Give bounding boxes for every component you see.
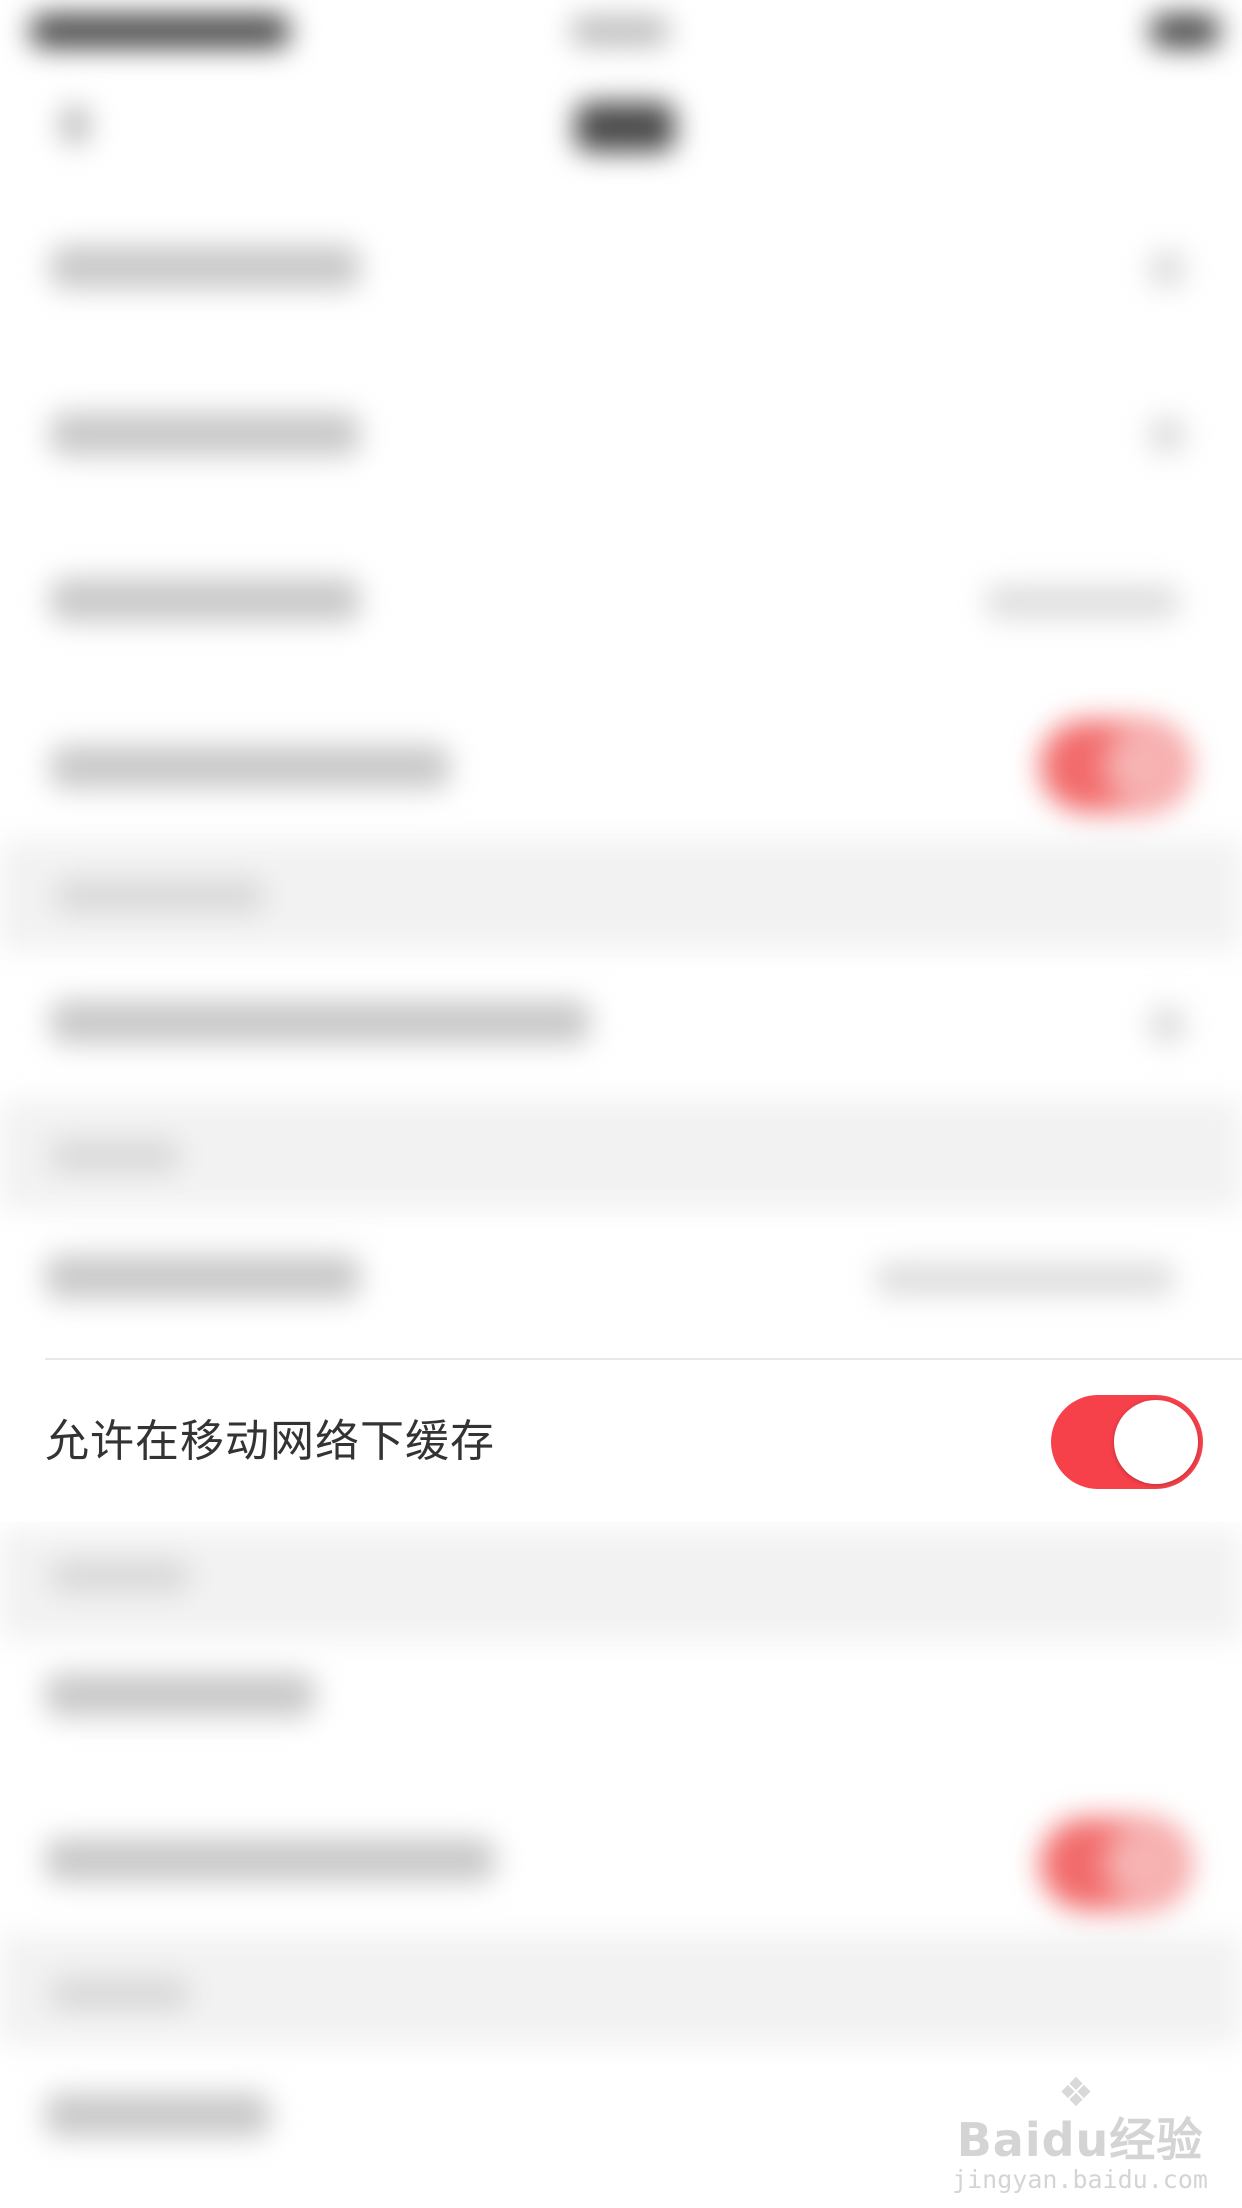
toggle-knob [1114,1400,1198,1484]
section-header [50,1978,190,2010]
watermark-brand: Baidu经验 [956,2113,1204,2167]
settings-row-label [50,1000,590,1044]
status-bar-carrier [30,14,290,48]
toggle-switch[interactable] [1040,1818,1190,1910]
chevron-right-icon [1150,1008,1184,1042]
settings-row-label [45,2093,270,2137]
settings-row-label [50,745,450,789]
row-divider [45,1358,1242,1360]
section-header [50,1140,180,1172]
back-arrow-icon[interactable] [60,105,90,145]
blurred-settings-background [0,0,1242,2208]
settings-row-value [875,1262,1175,1296]
status-bar-time [570,16,670,46]
settings-row-label [45,1673,315,1717]
settings-row-label [50,412,360,456]
settings-row-label [45,1838,495,1882]
toggle-switch[interactable] [1040,720,1190,812]
chevron-right-icon [1150,418,1184,452]
mobile-cache-label: 允许在移动网络下缓存 [45,1416,495,1467]
section-header [50,1560,190,1592]
settings-row-label [45,1255,360,1299]
settings-row-label [50,578,360,622]
settings-row-label [50,245,360,289]
chevron-right-icon [1150,252,1184,286]
settings-row-value [985,585,1180,619]
baidu-jingyan-watermark: ❖ Baidu经验 jingyan.baidu.com [950,2070,1210,2200]
watermark-url: jingyan.baidu.com [952,2165,1208,2194]
status-bar-battery [1150,14,1220,48]
section-header [55,880,265,912]
page-title [575,102,675,152]
mobile-cache-toggle[interactable] [1051,1395,1203,1489]
section-separator [0,1100,1242,1210]
